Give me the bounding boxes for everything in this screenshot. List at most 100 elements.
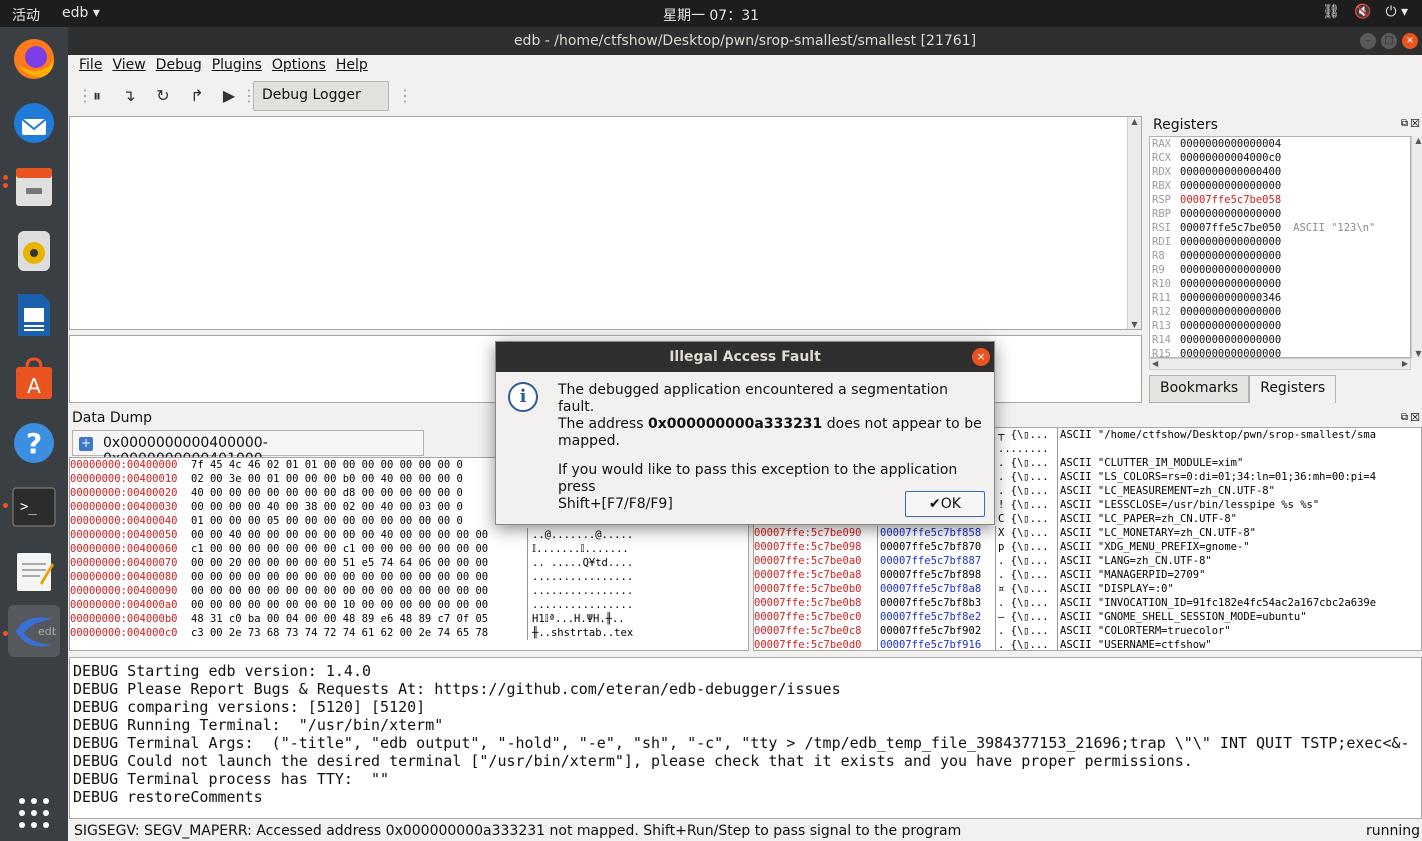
- debug-logger-button[interactable]: Debug Logger: [253, 81, 389, 111]
- tab-registers[interactable]: Registers: [1249, 375, 1337, 403]
- stack-row[interactable]: 00007ffe:5c7be0d0 00007ffe5c7bf916. {\▯..…: [754, 638, 1421, 650]
- register-row[interactable]: RCX 00000000004000c0: [1152, 151, 1410, 165]
- register-row[interactable]: R15 0000000000000000: [1152, 347, 1410, 357]
- stack-row[interactable]: 00007ffe:5c7be0b8 00007ffe5c7bf8b3. {\▯..…: [754, 596, 1421, 610]
- register-value[interactable]: 0000000000000000: [1180, 208, 1281, 220]
- registers-hscrollbar[interactable]: ◀ ▶: [1149, 358, 1411, 370]
- register-value[interactable]: 0000000000000000: [1180, 348, 1281, 357]
- register-value[interactable]: 0000000000000400: [1180, 166, 1281, 178]
- rhythmbox-icon[interactable]: [8, 225, 60, 277]
- activities-button[interactable]: 活动: [12, 5, 40, 25]
- scroll-up-icon[interactable]: ▲: [1412, 136, 1422, 145]
- register-row[interactable]: R12 0000000000000000: [1152, 305, 1410, 319]
- pause-icon[interactable]: ⏸: [86, 85, 108, 107]
- dialog-close-button[interactable]: ×: [972, 348, 990, 366]
- software-center-icon[interactable]: A: [8, 353, 60, 405]
- register-row[interactable]: RDI 0000000000000000: [1152, 235, 1410, 249]
- window-titlebar[interactable]: edb - /home/ctfshow/Desktop/pwn/srop-sma…: [68, 27, 1422, 55]
- register-value[interactable]: 0000000000000346: [1180, 292, 1281, 304]
- register-value[interactable]: 00007ffe5c7be058: [1180, 194, 1281, 206]
- register-row[interactable]: RAX 0000000000000004: [1152, 137, 1410, 151]
- stack-row[interactable]: 00007ffe:5c7be0b0 00007ffe5c7bf8a8 ¤ {\▯..…: [754, 582, 1421, 596]
- stack-row[interactable]: 00007ffe:5c7be0a0 00007ffe5c7bf887. {\▯..…: [754, 554, 1421, 568]
- add-tab-icon[interactable]: +: [79, 437, 93, 451]
- app-menu[interactable]: edb ▾: [62, 5, 100, 21]
- stack-row[interactable]: 00007ffe:5c7be0c8 00007ffe5c7bf902. {\▯..…: [754, 624, 1421, 638]
- writer-icon[interactable]: [8, 289, 60, 341]
- close-panel-icon[interactable]: ☒: [1410, 117, 1420, 130]
- register-row[interactable]: R10 0000000000000000: [1152, 277, 1410, 291]
- register-row[interactable]: R14 0000000000000000: [1152, 333, 1410, 347]
- dump-row[interactable]: 00000000:00400080 00 00 00 00 00 00 00 00…: [70, 570, 748, 584]
- register-value[interactable]: 0000000000000000: [1180, 236, 1281, 248]
- menu-debug[interactable]: Debug: [151, 55, 207, 77]
- minimize-button[interactable]: –: [1360, 33, 1376, 49]
- edb-icon[interactable]: edb: [8, 605, 60, 657]
- register-value[interactable]: 0000000000000004: [1180, 138, 1281, 150]
- maximize-button[interactable]: □: [1381, 33, 1397, 49]
- system-tray[interactable]: ⛓ 🔇 ⏻ ▾: [1322, 4, 1408, 20]
- cpu-view-scrollbar[interactable]: ▲ ▼: [1127, 117, 1141, 329]
- stack-row[interactable]: 00007ffe:5c7be090 00007ffe5c7bf858 X {\▯..…: [754, 526, 1421, 540]
- step-into-icon[interactable]: ↴: [118, 85, 140, 107]
- tab-bookmarks[interactable]: Bookmarks: [1149, 375, 1250, 403]
- dump-row[interactable]: 00000000:00400070 00 00 20 00 00 00 00 00…: [70, 556, 748, 570]
- stack-row[interactable]: 00007ffe:5c7be0a8 00007ffe5c7bf898. {\▯..…: [754, 568, 1421, 582]
- run-icon[interactable]: ▶: [218, 85, 240, 107]
- dialog-titlebar[interactable]: Illegal Access Fault ×: [496, 342, 994, 372]
- register-row[interactable]: RSP 00007ffe5c7be058: [1152, 193, 1410, 207]
- ok-button[interactable]: ✔OK: [905, 491, 985, 517]
- register-value[interactable]: 0000000000000000: [1180, 306, 1281, 318]
- register-row[interactable]: RBP 0000000000000000: [1152, 207, 1410, 221]
- close-panel-icon[interactable]: ☒: [1410, 411, 1420, 424]
- dump-row[interactable]: 00000000:004000b0 48 31 c0 ba 00 04 00 00…: [70, 612, 748, 626]
- register-row[interactable]: R9 0000000000000000: [1152, 263, 1410, 277]
- scroll-down-icon[interactable]: ▼: [1128, 320, 1141, 329]
- register-value[interactable]: 0000000000000000: [1180, 320, 1281, 332]
- step-over-icon[interactable]: ↻: [152, 85, 174, 107]
- register-value[interactable]: 0000000000000000: [1180, 264, 1281, 276]
- dump-row[interactable]: 00000000:00400050 00 00 40 00 00 00 00 00…: [70, 528, 748, 542]
- clock[interactable]: 星期一 07：31: [0, 5, 1422, 25]
- registers-scrollbar[interactable]: ▲ ▼: [1411, 136, 1422, 358]
- register-row[interactable]: RSI 00007ffe5c7be050 ASCII "123\n": [1152, 221, 1410, 235]
- dump-row[interactable]: 00000000:004000c0 c3 00 2e 73 68 73 74 72…: [70, 626, 748, 640]
- thunderbird-icon[interactable]: [8, 97, 60, 149]
- scroll-left-icon[interactable]: ◀: [1152, 359, 1158, 368]
- registers-list[interactable]: RAX 0000000000000004 RCX 00000000004000c0 RD…: [1149, 136, 1411, 358]
- register-row[interactable]: R11 0000000000000346: [1152, 291, 1410, 305]
- register-value[interactable]: 0000000000000000: [1180, 334, 1281, 346]
- firefox-icon[interactable]: [8, 33, 60, 85]
- register-value[interactable]: 00000000004000c0: [1180, 152, 1281, 164]
- cpu-view[interactable]: ▲ ▼: [69, 116, 1142, 330]
- text-editor-icon[interactable]: [8, 545, 60, 597]
- register-value[interactable]: 0000000000000000: [1180, 250, 1281, 262]
- step-out-icon[interactable]: ↱: [186, 85, 208, 107]
- menu-options[interactable]: Options: [267, 55, 331, 77]
- menu-help[interactable]: Help: [331, 55, 373, 77]
- menu-view[interactable]: View: [107, 55, 150, 77]
- register-row[interactable]: RBX 0000000000000000: [1152, 179, 1410, 193]
- scroll-up-icon[interactable]: ▲: [1128, 117, 1141, 126]
- data-dump-tab[interactable]: + 0x0000000000400000-0x0000000000401000: [72, 430, 424, 467]
- stack-row[interactable]: 00007ffe:5c7be0c0 00007ffe5c7bf8e2– {\▯..…: [754, 610, 1421, 624]
- register-value[interactable]: 0000000000000000: [1180, 278, 1281, 290]
- dump-row[interactable]: 00000000:004000a0 00 00 00 00 00 00 00 00…: [70, 598, 748, 612]
- close-button[interactable]: ×: [1402, 33, 1418, 49]
- stack-row[interactable]: 00007ffe:5c7be098 00007ffe5c7bf870 p {\▯..…: [754, 540, 1421, 554]
- help-icon[interactable]: ?: [8, 417, 60, 469]
- terminal-icon[interactable]: >_: [8, 481, 60, 533]
- files-icon[interactable]: [8, 161, 60, 213]
- register-row[interactable]: R13 0000000000000000: [1152, 319, 1410, 333]
- register-value[interactable]: 0000000000000000: [1180, 180, 1281, 192]
- menu-plugins[interactable]: Plugins: [207, 55, 267, 77]
- menu-file[interactable]: File: [74, 55, 107, 77]
- dump-row[interactable]: 00000000:00400060 c1 00 00 00 00 00 00 00…: [70, 542, 748, 556]
- register-row[interactable]: R8 0000000000000000: [1152, 249, 1410, 263]
- show-applications-icon[interactable]: [8, 787, 60, 839]
- register-row[interactable]: RDX 0000000000000400: [1152, 165, 1410, 179]
- register-value[interactable]: 00007ffe5c7be050: [1180, 222, 1281, 234]
- scroll-right-icon[interactable]: ▶: [1402, 359, 1408, 368]
- scroll-down-icon[interactable]: ▼: [1412, 349, 1422, 358]
- float-panel-icon[interactable]: ⧉: [1401, 118, 1408, 129]
